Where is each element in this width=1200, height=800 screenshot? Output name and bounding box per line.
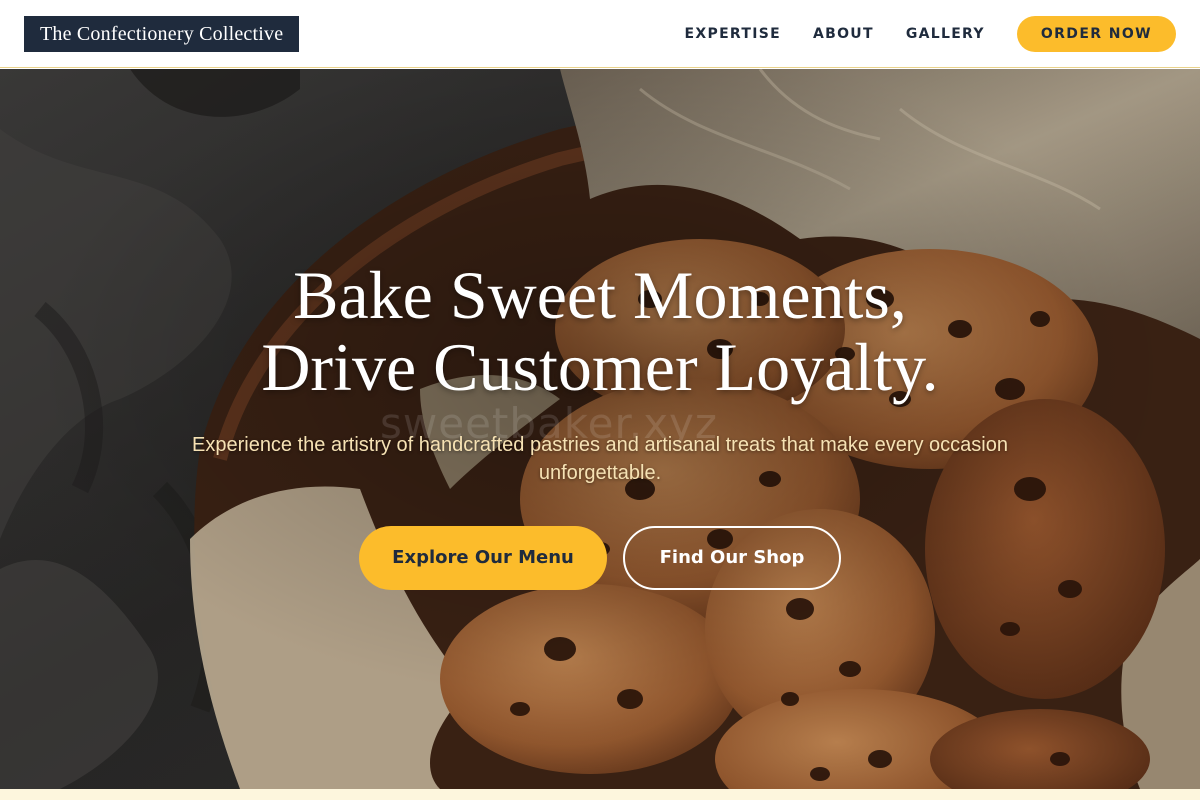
nav-link-gallery[interactable]: GALLERY (906, 26, 985, 42)
find-shop-button[interactable]: Find Our Shop (623, 526, 841, 590)
hero-subtitle: Experience the artistry of handcrafted p… (192, 434, 1008, 484)
next-section-edge (0, 789, 1200, 800)
hero-actions: Explore Our Menu Find Our Shop (100, 526, 1100, 590)
hero-title-line-1: Bake Sweet Moments, (293, 257, 907, 333)
order-now-button[interactable]: ORDER NOW (1016, 15, 1176, 52)
site-header: The Confectionery Collective EXPERTISE A… (0, 0, 1200, 68)
site-logo[interactable]: The Confectionery Collective (24, 15, 300, 52)
hero-section: sweetbaker.xyz Bake Sweet Moments, Drive… (0, 69, 1200, 789)
nav-link-expertise[interactable]: EXPERTISE (685, 26, 781, 42)
nav-link-about[interactable]: ABOUT (813, 26, 874, 42)
hero-title: Bake Sweet Moments, Drive Customer Loyal… (100, 259, 1100, 403)
hero-title-line-2: Drive Customer Loyalty. (261, 329, 939, 405)
main-navigation: EXPERTISE ABOUT GALLERY ORDER NOW (685, 15, 1176, 52)
hero-content: Bake Sweet Moments, Drive Customer Loyal… (100, 259, 1100, 590)
explore-menu-button[interactable]: Explore Our Menu (359, 526, 607, 590)
